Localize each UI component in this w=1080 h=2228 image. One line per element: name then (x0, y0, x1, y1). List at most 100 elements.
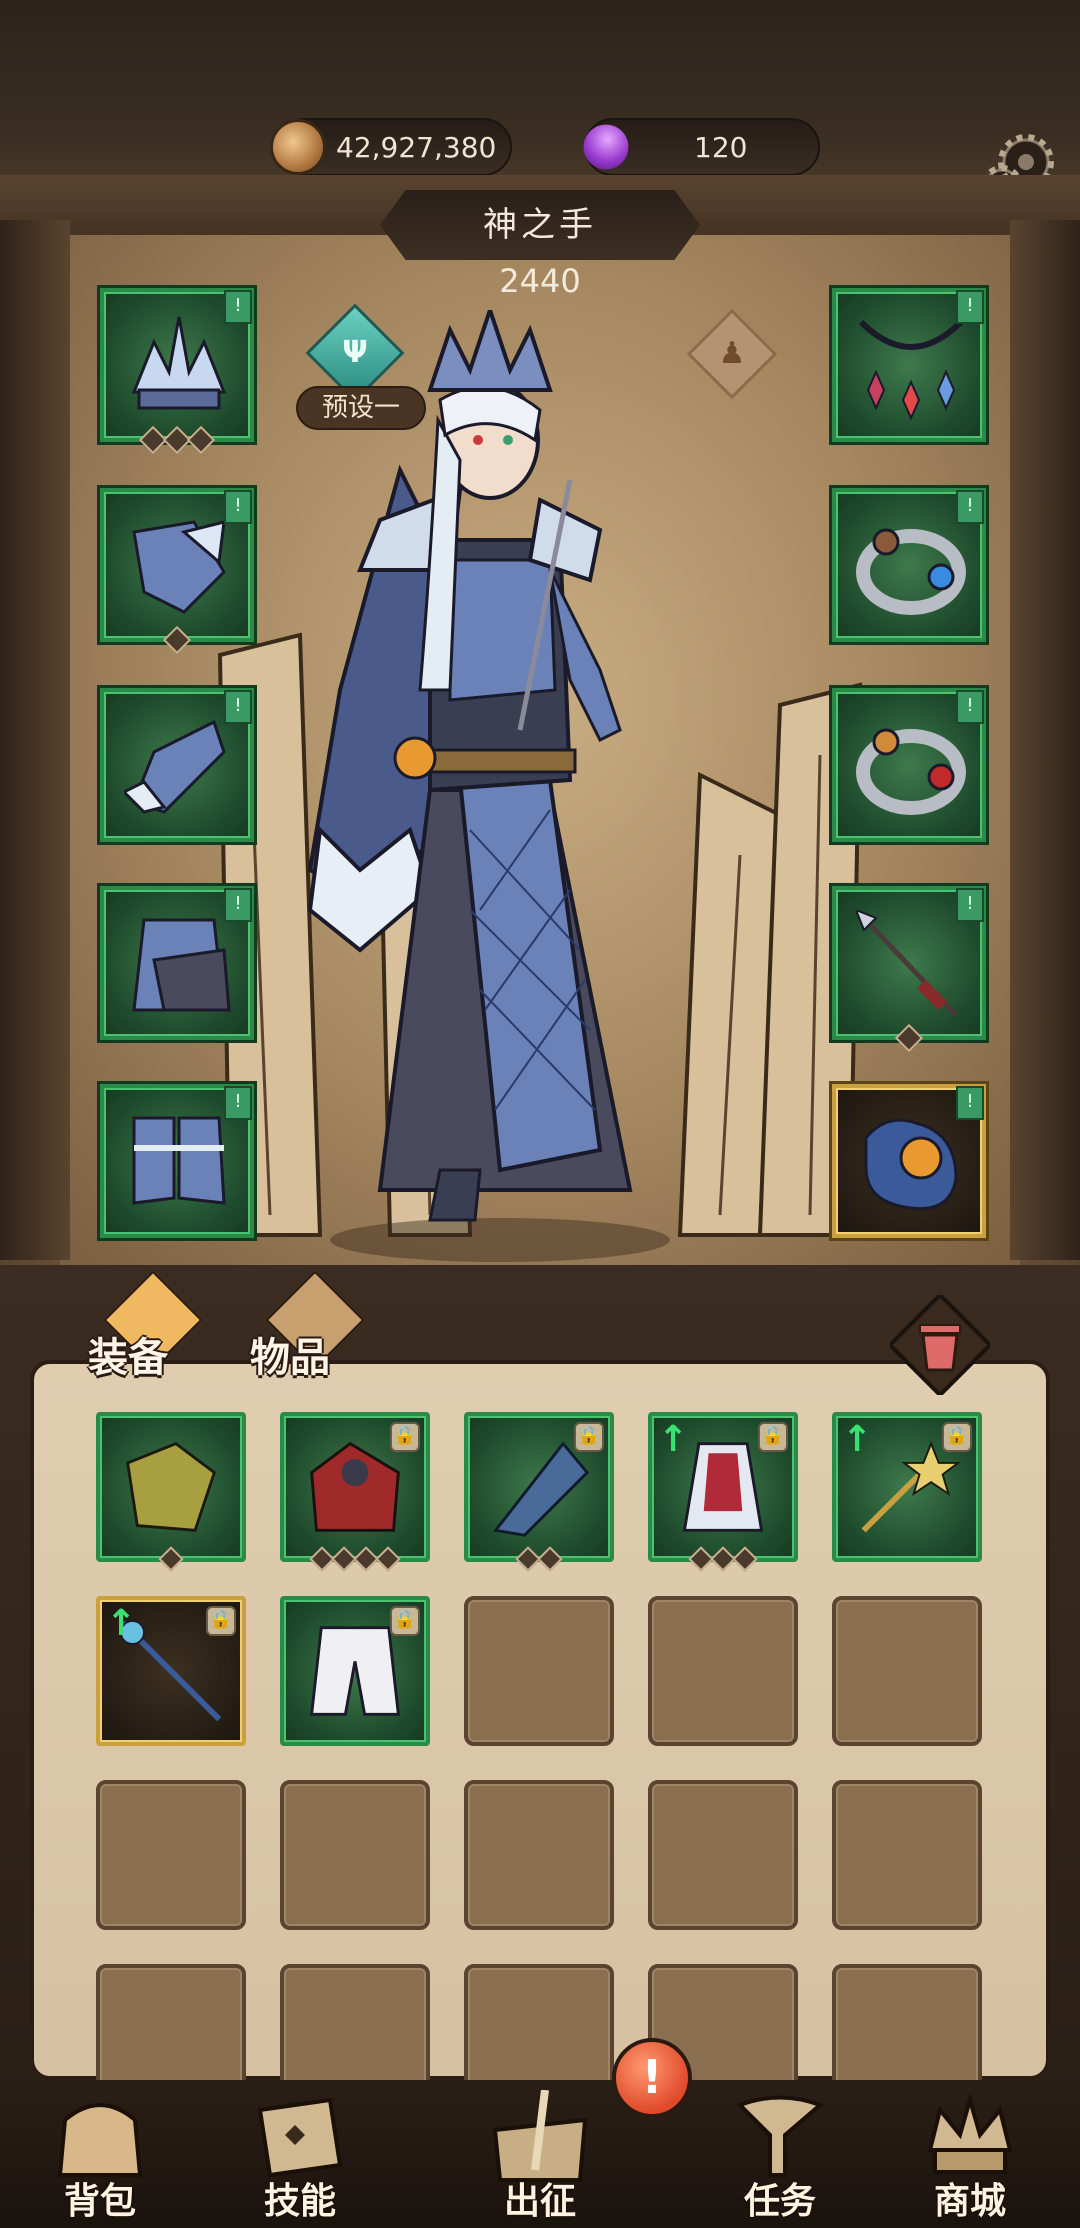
slot-tag: ! (956, 290, 984, 324)
slot-pips (836, 1023, 982, 1053)
slot-tag: ! (224, 690, 252, 724)
golden-armor-item-icon (126, 1441, 217, 1532)
item-pips (284, 1546, 426, 1572)
inventory-slot-empty[interactable] (464, 1780, 614, 1930)
hero-name-plate: 神之手 (380, 190, 700, 260)
inventory-slot-empty[interactable] (648, 1596, 798, 1746)
ice-shoulder-armor-icon (132, 520, 226, 614)
equip-slot-weapon[interactable]: ! (832, 886, 986, 1053)
lock-icon[interactable]: 🔒 (390, 1606, 420, 1636)
expedition-sword-icon (492, 2090, 588, 2182)
gold-counter: 42,927,380 (270, 118, 512, 176)
slot-tag: ! (956, 690, 984, 724)
nav-skills-label: 技能 (263, 2181, 336, 2222)
slot-pips (104, 625, 250, 655)
inventory-slot-red-cloak-item[interactable]: 🔒 (280, 1412, 430, 1572)
nav-expedition[interactable]: 出征 (460, 2090, 620, 2228)
trash-icon[interactable] (890, 1295, 990, 1395)
equip-slot-ring-2[interactable]: ! (832, 688, 986, 842)
wooden-frame-right (1010, 220, 1080, 1260)
lock-icon[interactable]: 🔒 (206, 1606, 236, 1636)
inventory-slot-empty[interactable] (280, 1780, 430, 1930)
expedition-alert-badge: ! (612, 2038, 692, 2118)
tab-equipment-label: 装备 (88, 1335, 168, 1381)
leg-armor-icon (132, 918, 231, 1012)
game-screen: 42,927,380 120 神之手 2440 Ψ 预设一 ♟ ! ! ! ! … (0, 0, 1080, 2228)
slot-tag: ! (224, 490, 252, 524)
equip-slot-necklace[interactable]: ! (832, 288, 986, 442)
ruby-ring-icon (856, 728, 966, 815)
necklace-icon (858, 319, 964, 421)
slot-pips (104, 425, 250, 455)
pip (537, 1546, 563, 1572)
ice-boots-icon (132, 1116, 226, 1205)
item-pips (100, 1546, 242, 1572)
equip-slot-ring-1[interactable]: ! (832, 488, 986, 642)
hero-power: 2440 (499, 262, 581, 300)
item-pips (468, 1546, 610, 1572)
inventory-slot-empty[interactable] (96, 1780, 246, 1930)
inventory-slot-golden-armor-item[interactable] (96, 1412, 246, 1572)
spear-icon (856, 910, 958, 1017)
inventory-slot-ice-cape-item[interactable]: 🔒 (464, 1412, 614, 1572)
top-bar (0, 0, 1080, 190)
hero-character-art (307, 310, 670, 1262)
equip-slot-gauntlet[interactable]: ! (100, 688, 254, 842)
skill-book-icon (257, 2097, 343, 2178)
nav-shop-label: 商城 (933, 2181, 1006, 2222)
upgrade-arrow-icon: ↑ (658, 1419, 689, 1460)
inventory-slot-empty[interactable] (648, 1780, 798, 1930)
equip-slot-legs[interactable]: ! (100, 886, 254, 1040)
backpack-icon (57, 2103, 143, 2177)
tab-items[interactable]: 物品 (250, 1270, 365, 1405)
ice-crown-helmet-icon (131, 316, 227, 410)
nav-quests-label: 任务 (743, 2181, 816, 2222)
nav-expedition-label: 出征 (503, 2181, 576, 2222)
slot-tag: ! (956, 1086, 984, 1120)
nav-shop[interactable]: 商城 (890, 2090, 1050, 2228)
slot-tag: ! (956, 490, 984, 524)
item-pips (652, 1546, 794, 1572)
shop-crown-icon (927, 2092, 1013, 2174)
inventory-slot-empty[interactable] (832, 1596, 982, 1746)
gem-counter[interactable]: 120 (574, 115, 820, 179)
upgrade-arrow-icon: ↑ (842, 1419, 873, 1460)
equip-slot-helmet[interactable]: ! (100, 288, 254, 455)
sapphire-ring-icon (856, 528, 966, 615)
slot-tag: ! (224, 1086, 252, 1120)
equip-slot-offhand[interactable]: ! (832, 1084, 986, 1238)
gauntlet-icon (124, 719, 226, 814)
person-icon: ♟ (718, 336, 746, 371)
inventory-slot-empty[interactable] (464, 1596, 614, 1746)
nav-quests[interactable]: 任务 (700, 2090, 860, 2228)
gold-amount: 42,927,380 (336, 130, 497, 164)
pip (732, 1546, 758, 1572)
lock-icon[interactable]: 🔒 (942, 1422, 972, 1452)
slot-tag: ! (956, 888, 984, 922)
inventory-slot-empty[interactable] (832, 1780, 982, 1930)
lock-icon[interactable]: 🔒 (574, 1422, 604, 1452)
nav-skills[interactable]: 技能 (220, 2090, 380, 2228)
nav-backpack[interactable]: 背包 (20, 2090, 180, 2228)
inventory-slot-star-wand-item[interactable]: 🔒 ↑ (832, 1412, 982, 1562)
orb-offhand-icon (864, 1118, 958, 1211)
inventory-slot-white-pants-item[interactable]: 🔒 (280, 1596, 430, 1746)
tab-equipment[interactable]: 装备 (88, 1270, 203, 1405)
slot-tag: ! (224, 888, 252, 922)
inventory-slot-blue-staff-item[interactable]: 🔒 ↑ (96, 1596, 246, 1746)
upgrade-arrow-icon: ↑ (106, 1603, 137, 1644)
quest-scroll-icon (736, 2095, 824, 2177)
inventory-slot-royal-dress-item[interactable]: 🔒 ↑ (648, 1412, 798, 1572)
tab-items-label: 物品 (250, 1335, 330, 1381)
pip (158, 1546, 184, 1572)
equip-slot-boots[interactable]: ! (100, 1084, 254, 1238)
equip-slot-shoulder[interactable]: ! (100, 488, 254, 655)
pip (375, 1546, 401, 1572)
gem-amount: 120 (694, 130, 748, 164)
lock-icon[interactable]: 🔒 (390, 1422, 420, 1452)
hero-name: 神之手 (483, 205, 597, 245)
nav-backpack-label: 背包 (63, 2181, 136, 2222)
wooden-frame-left (0, 220, 70, 1260)
gold-coin-icon (270, 119, 326, 175)
lock-icon[interactable]: 🔒 (758, 1422, 788, 1452)
